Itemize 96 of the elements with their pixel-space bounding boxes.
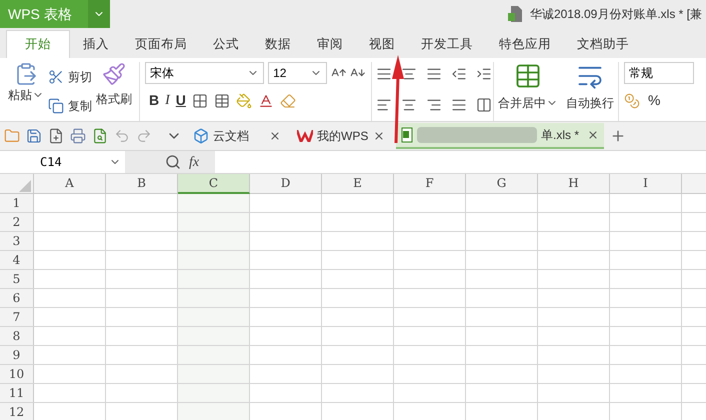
column-header[interactable]: E — [322, 174, 394, 194]
column-header[interactable]: D — [250, 174, 322, 194]
name-box[interactable]: C14 — [0, 151, 125, 173]
ribbon-tab[interactable]: 特色应用 — [486, 30, 564, 58]
row-header[interactable]: 6 — [0, 289, 34, 307]
font-name-field[interactable]: 宋体 — [145, 62, 264, 84]
eraser-icon[interactable] — [280, 92, 296, 108]
column-header[interactable]: F — [394, 174, 466, 194]
document-tab[interactable]: 云文档 — [188, 123, 286, 149]
distribute-icon[interactable] — [476, 96, 492, 112]
row-header[interactable]: 9 — [0, 346, 34, 364]
table-cell[interactable] — [178, 213, 250, 231]
close-icon[interactable] — [373, 130, 385, 142]
document-tab[interactable]: 单.xls * — [396, 123, 604, 149]
document-tab[interactable]: 我的WPS — [292, 123, 390, 149]
indent-decrease-icon[interactable] — [451, 66, 467, 82]
align-top-icon[interactable] — [376, 66, 392, 82]
cut-button[interactable]: 剪切 — [48, 68, 92, 86]
row-header[interactable]: 2 — [0, 213, 34, 231]
scissors-icon[interactable] — [48, 68, 64, 85]
number-format-field[interactable]: 常规 — [624, 62, 694, 84]
paste-icon[interactable] — [14, 62, 38, 86]
row-header[interactable]: 1 — [0, 194, 34, 212]
table-cell[interactable] — [178, 270, 250, 288]
table-cell[interactable] — [178, 327, 250, 345]
print-preview-icon[interactable] — [92, 128, 108, 144]
font-color-icon[interactable] — [258, 92, 274, 108]
percent-button[interactable]: % — [648, 90, 660, 111]
column-header[interactable]: A — [34, 174, 106, 194]
merge-center-button[interactable]: 合并居中 — [494, 62, 562, 121]
spreadsheet-icon — [401, 127, 413, 143]
merge-cells-icon[interactable] — [514, 62, 542, 90]
format-painter-button[interactable]: 格式刷 — [96, 62, 132, 121]
column-header[interactable]: C — [178, 174, 250, 194]
app-menu-dropdown[interactable] — [88, 0, 110, 28]
ribbon-tab[interactable]: 页面布局 — [122, 30, 200, 58]
new-tab-icon[interactable] — [610, 128, 626, 144]
close-icon[interactable] — [269, 130, 281, 142]
paintbrush-icon[interactable] — [102, 62, 126, 86]
ribbon-tab[interactable]: 插入 — [70, 30, 122, 58]
copy-icon[interactable] — [48, 98, 64, 114]
new-file-icon[interactable] — [48, 128, 64, 144]
zoom-icon[interactable] — [165, 154, 181, 170]
table-cell[interactable] — [178, 251, 250, 269]
row-header[interactable]: 11 — [0, 384, 34, 402]
row-header[interactable]: 10 — [0, 365, 34, 383]
font-size-field[interactable]: 12 — [268, 62, 327, 84]
undo-icon[interactable] — [114, 128, 130, 144]
row-header[interactable]: 5 — [0, 270, 34, 288]
ribbon-tab[interactable]: 开发工具 — [408, 30, 486, 58]
borders-icon[interactable] — [192, 92, 208, 108]
ribbon-tab[interactable]: 视图 — [356, 30, 408, 58]
row-header[interactable]: 8 — [0, 327, 34, 345]
ribbon-tab[interactable]: 审阅 — [304, 30, 356, 58]
print-icon[interactable] — [70, 128, 86, 144]
align-bottom-icon[interactable] — [426, 66, 442, 82]
indent-increase-icon[interactable] — [476, 66, 492, 82]
wps-logo-icon — [297, 130, 313, 142]
table-cell[interactable] — [178, 308, 250, 326]
row-header[interactable]: 4 — [0, 251, 34, 269]
row-header[interactable]: 12 — [0, 403, 34, 420]
table-cell[interactable] — [178, 194, 250, 212]
wrap-text-button[interactable]: 自动换行 — [562, 62, 619, 121]
close-icon[interactable] — [587, 129, 599, 141]
table-style-icon[interactable] — [214, 92, 230, 108]
underline-button[interactable]: U — [176, 90, 186, 111]
cube-icon — [193, 128, 209, 144]
fill-color-icon[interactable] — [236, 92, 252, 108]
column-header[interactable]: I — [610, 174, 682, 194]
ribbon-tab[interactable]: 数据 — [252, 30, 304, 58]
table-cell[interactable] — [178, 232, 250, 250]
column-header[interactable]: G — [466, 174, 538, 194]
ribbon-tab[interactable]: 开始 — [6, 30, 70, 58]
table-cell[interactable] — [178, 384, 250, 402]
currency-icon[interactable] — [624, 92, 640, 108]
ribbon-tab[interactable]: 公式 — [200, 30, 252, 58]
document-icon — [508, 6, 522, 22]
redo-icon[interactable] — [136, 128, 152, 144]
save-icon[interactable] — [26, 128, 42, 144]
copy-button[interactable]: 复制 — [48, 97, 92, 116]
align-middle-icon[interactable] — [401, 66, 417, 82]
ribbon-tab[interactable]: 文档助手 — [564, 30, 642, 58]
row-header[interactable]: 7 — [0, 308, 34, 326]
table-cell[interactable] — [178, 365, 250, 383]
bold-button[interactable]: B — [149, 90, 160, 111]
table-cell[interactable] — [178, 346, 250, 364]
table-cell[interactable] — [178, 289, 250, 307]
function-button[interactable]: fx — [189, 152, 200, 172]
column-header[interactable]: H — [538, 174, 610, 194]
folder-icon[interactable] — [4, 128, 20, 144]
italic-button[interactable]: I — [165, 90, 170, 111]
formula-field[interactable] — [215, 151, 706, 173]
paste-button[interactable]: 粘贴 — [8, 62, 44, 121]
row-header[interactable]: 3 — [0, 232, 34, 250]
window-title: 华诚2018.09月份对账单.xls * [兼 — [530, 6, 703, 23]
table-cell[interactable] — [178, 403, 250, 420]
